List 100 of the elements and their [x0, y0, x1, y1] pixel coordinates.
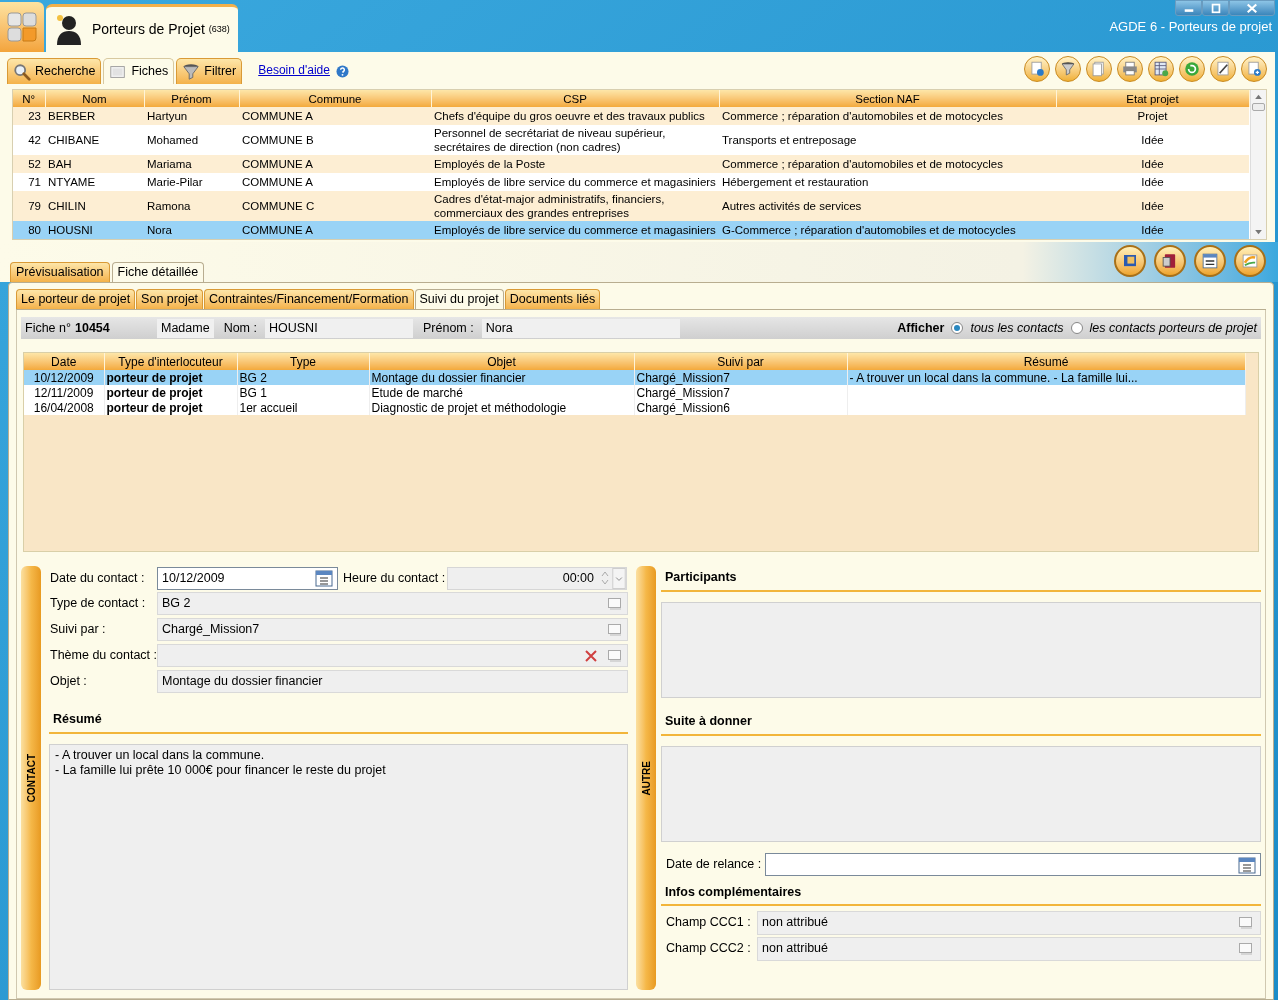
table-cell: Nora [144, 221, 239, 239]
table-row[interactable]: 52 BAH Mariama COMMUNE A Employés de la Poste Commerce ; réparation d'automobiles et de motocycles Idée [13, 155, 1249, 173]
table-cell: Transports et entreposage [719, 125, 1056, 155]
lookup-field[interactable]: BG 2 [157, 592, 628, 615]
table-row[interactable]: 23 BERBER Hartyun COMMUNE A Chefs d'équipe du gros oeuvre et des travaux publics Commerce ; réparation d'automobiles et de motocycles Projet [13, 107, 1249, 125]
detail-tab[interactable]: Contraintes/Financement/Formation [204, 289, 414, 309]
table-cell: 80 [13, 221, 45, 239]
field-label: Champ CCC2 : [665, 940, 752, 958]
main-tab[interactable]: Fiches [103, 58, 175, 84]
table-row[interactable]: 12/11/2009 porteur de projet BG 1 Etude de marché Chargé_Mission7 [24, 385, 1245, 400]
column-header[interactable]: CSP [431, 90, 719, 107]
table-cell: 16/04/2008 [24, 400, 104, 415]
table-row[interactable]: 16/04/2008 porteur de projet 1er accueil Diagnostic de projet et méthodologie Chargé_Mission6 [24, 400, 1245, 415]
scroll-up-icon[interactable] [1254, 94, 1262, 99]
table-cell: Autres activités de services [719, 191, 1056, 221]
section-heading: Infos complémentaires [665, 884, 802, 899]
radio-label[interactable]: les contacts porteurs de projet [1089, 318, 1257, 338]
lookup-icon[interactable] [607, 596, 623, 611]
app-menu-button[interactable] [0, 2, 44, 52]
objet-field[interactable]: Montage du dossier financier [157, 670, 628, 693]
radio-label[interactable]: tous les contacts [970, 318, 1064, 338]
section-heading: Suite à donner [665, 713, 752, 728]
nom-field: HOUSNI [265, 318, 413, 338]
date-field[interactable]: 10/12/2009 [157, 566, 338, 590]
view-tab[interactable]: Prévisualisation [10, 262, 110, 282]
lookup-field[interactable] [157, 644, 628, 667]
column-header[interactable]: Résumé [847, 353, 1245, 370]
calendar-icon[interactable] [1238, 855, 1256, 874]
column-header[interactable]: Section NAF [719, 90, 1056, 107]
table-row[interactable]: 80 HOUSNI Nora COMMUNE A Employés de libre service du commerce et magasiniers G-Commerce ; réparation d'automobiles et de motocycles Idée [13, 221, 1249, 239]
table-cell: COMMUNE A [239, 107, 431, 125]
summary-textarea[interactable]: - A trouver un local dans la commune. - La famille lui prête 10 000€ pour financer le reste du projet [49, 743, 628, 990]
scroll-thumb[interactable] [1251, 103, 1265, 111]
table-cell: Employés de la Poste [431, 155, 719, 173]
clear-icon[interactable] [585, 649, 597, 662]
table-cell: Personnel de secrétariat de niveau supérieur, secrétaires de direction (non cadres) [431, 125, 719, 155]
column-header[interactable]: N° [13, 90, 45, 107]
scrollbar[interactable] [1249, 90, 1266, 239]
minimize-button[interactable] [1175, 0, 1202, 16]
table-cell: Commerce ; réparation d'automobiles et de motocycles [719, 155, 1056, 173]
record-count: (638) [208, 22, 230, 36]
table-cell: Employés de libre service du commerce et magasiniers [431, 173, 719, 191]
view-tab[interactable]: Fiche détaillée [111, 262, 205, 282]
table-cell: COMMUNE A [239, 173, 431, 191]
table-cell: Mariama [144, 155, 239, 173]
lookup-field[interactable]: non attribué [757, 910, 1261, 935]
table-cell: Marie-Pilar [144, 173, 239, 191]
lookup-icon[interactable] [607, 648, 623, 663]
detail-tab[interactable]: Son projet [136, 289, 204, 309]
main-tab[interactable]: Recherche [7, 58, 102, 84]
radio-button[interactable] [951, 322, 964, 334]
column-header[interactable]: Etat projet [1056, 90, 1249, 107]
help-link[interactable]: Besoin d'aide [258, 61, 330, 79]
section-heading: Résumé [53, 712, 102, 726]
restore-button[interactable] [1202, 0, 1229, 16]
table-cell: 71 [13, 173, 45, 191]
civility-field: Madame [157, 318, 214, 338]
lookup-icon[interactable] [1238, 941, 1254, 956]
side-label: AUTRE [639, 760, 653, 796]
detail-tab[interactable]: Documents liés [504, 289, 601, 309]
table-cell: G-Commerce ; réparation d'automobiles et de motocycles [719, 221, 1056, 239]
detail-tab[interactable]: Le porteur de projet [16, 289, 136, 309]
table-cell: Idée [1056, 155, 1249, 173]
lookup-icon[interactable] [607, 622, 623, 637]
table-cell: 79 [13, 191, 45, 221]
calendar-icon[interactable] [315, 569, 333, 587]
table-cell: Ramona [144, 191, 239, 221]
column-header[interactable]: Type d'interlocuteur [104, 353, 237, 370]
detail-tab[interactable]: Suivi du projet [414, 289, 504, 309]
column-header[interactable]: Type [237, 353, 369, 370]
scroll-down-icon[interactable] [1254, 230, 1262, 235]
date-field[interactable] [765, 853, 1261, 876]
column-header[interactable]: Suivi par [634, 353, 847, 370]
table-row[interactable]: 10/12/2009 porteur de projet BG 2 Montage du dossier financier Chargé_Mission7 - A trouver un local dans la commune. - La famille lui... [24, 370, 1245, 385]
module-tab[interactable]: Porteurs de Projet (638) [46, 4, 238, 52]
close-button[interactable] [1229, 0, 1275, 16]
radio-button[interactable] [1070, 322, 1083, 334]
section-heading: Participants [665, 570, 737, 584]
table-cell: COMMUNE B [239, 125, 431, 155]
table-row[interactable]: 79 CHILIN Ramona COMMUNE C Cadres d'état-major administratifs, financiers, commerciaux des grandes entreprises Autres activités de services Idée [13, 191, 1249, 221]
field-label: Thème du contact : [49, 647, 157, 665]
column-header[interactable]: Date [24, 353, 104, 370]
table-cell: NTYAME [45, 173, 144, 191]
person-icon [54, 12, 84, 47]
main-tab[interactable]: Filtrer [176, 58, 243, 84]
lookup-icon[interactable] [1238, 915, 1254, 930]
column-header[interactable]: Objet [369, 353, 634, 370]
table-row[interactable]: 71 NTYAME Marie-Pilar COMMUNE A Employés de libre service du commerce et magasiniers Hébergement et restauration Idée [13, 173, 1249, 191]
lookup-field[interactable]: non attribué [757, 936, 1261, 961]
field-label: Date de relance : [665, 856, 763, 874]
lookup-field[interactable]: Chargé_Mission7 [157, 618, 628, 641]
column-header[interactable]: Commune [239, 90, 431, 107]
help-icon[interactable] [335, 65, 349, 78]
column-header[interactable]: Prénom [144, 90, 239, 107]
column-header[interactable]: Nom [45, 90, 144, 107]
close-icon[interactable] [1244, 2, 1260, 14]
summary-line: - La famille lui prête 10 000€ pour financer le reste du projet [55, 762, 387, 778]
side-label: CONTACT [24, 753, 38, 803]
table-row[interactable]: 42 CHIBANE Mohamed COMMUNE B Personnel de secrétariat de niveau supérieur, secrétaires de direction (non cadres) Transports et entreposage Idée [13, 125, 1249, 155]
table-cell: COMMUNE A [239, 221, 431, 239]
